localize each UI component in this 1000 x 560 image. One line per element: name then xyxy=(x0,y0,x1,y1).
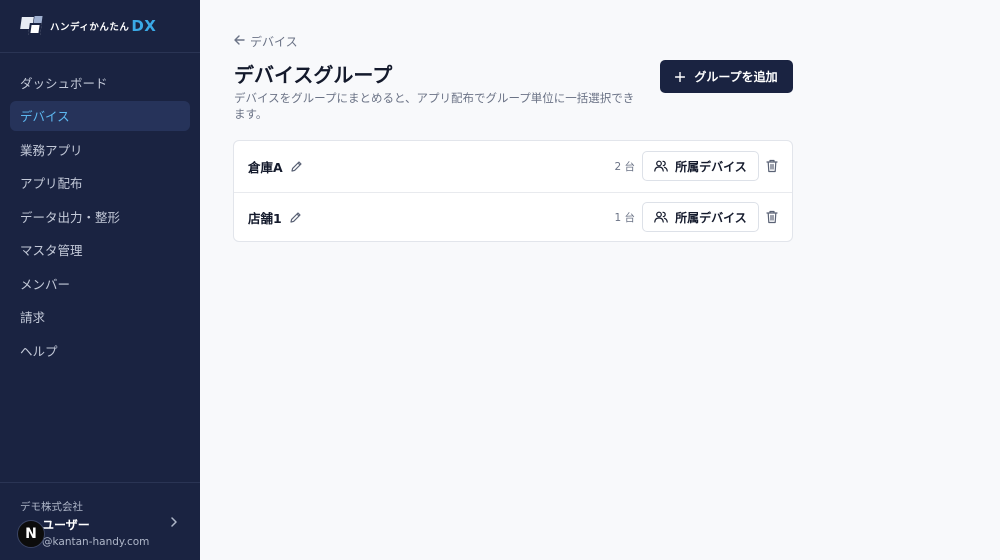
chevron-right-icon xyxy=(170,516,178,530)
sidebar-item-label: マスタ管理 xyxy=(20,243,83,258)
users-icon xyxy=(654,211,668,223)
sidebar-item-master[interactable]: マスタ管理 xyxy=(10,235,190,265)
sidebar: ハンディかんたん DX ダッシュボード デバイス 業務アプリ アプリ配布 データ… xyxy=(0,0,200,560)
pencil-icon[interactable] xyxy=(290,160,303,173)
member-devices-label: 所属デバイス xyxy=(675,159,747,174)
arrow-left-icon xyxy=(234,34,245,49)
brand-logo[interactable]: ハンディかんたん DX xyxy=(0,0,200,53)
sidebar-nav: ダッシュボード デバイス 業務アプリ アプリ配布 データ出力・整形 マスタ管理 … xyxy=(0,53,200,365)
sidebar-item-billing[interactable]: 請求 xyxy=(10,302,190,332)
breadcrumb[interactable]: デバイス xyxy=(234,33,298,50)
group-name: 店舗1 xyxy=(248,210,282,226)
sidebar-item-label: 請求 xyxy=(20,310,46,325)
brand-suffix: DX xyxy=(131,17,157,35)
add-group-button-label: グループを追加 xyxy=(694,70,778,84)
trash-icon[interactable] xyxy=(766,159,779,173)
sidebar-item-devices[interactable]: デバイス xyxy=(10,100,190,131)
user-row: N ユーザー xyxy=(17,516,180,548)
group-list: 倉庫A 2 台 所属デバイス 店舗1 1 台 所属デバイス xyxy=(233,140,793,242)
device-count: 1 台 xyxy=(614,211,635,224)
sidebar-item-members[interactable]: メンバー xyxy=(10,268,190,298)
member-devices-label: 所属デバイス xyxy=(675,210,747,225)
user-menu[interactable]: デモ株式会社 N ユーザー @kantan-handy.com xyxy=(0,482,200,560)
sidebar-item-label: 業務アプリ xyxy=(20,142,83,158)
trash-icon[interactable] xyxy=(766,210,779,224)
device-count: 2 台 xyxy=(614,160,635,173)
users-icon xyxy=(654,160,668,172)
page-description: デバイスをグループにまとめると、アプリ配布でグループ単位に一括選択できます。 xyxy=(234,91,635,121)
sidebar-item-label: アプリ配布 xyxy=(20,176,83,191)
table-row: 店舗1 1 台 所属デバイス xyxy=(234,191,792,243)
page-title: デバイスグループ xyxy=(234,63,393,87)
sidebar-item-label: メンバー xyxy=(20,276,71,292)
sidebar-item-data-export[interactable]: データ出力・整形 xyxy=(10,201,190,231)
member-devices-button[interactable]: 所属デバイス xyxy=(642,151,759,182)
sidebar-item-help[interactable]: ヘルプ xyxy=(10,335,190,365)
sidebar-item-business-apps[interactable]: 業務アプリ xyxy=(10,134,190,164)
add-group-button[interactable]: グループを追加 xyxy=(660,60,793,93)
sidebar-item-label: データ出力・整形 xyxy=(20,209,121,225)
brand-name: ハンディかんたん xyxy=(50,22,130,33)
sidebar-item-label: ダッシュボード xyxy=(20,75,108,91)
breadcrumb-label: デバイス xyxy=(250,35,298,49)
group-name: 倉庫A xyxy=(248,159,283,175)
main-content: デバイス デバイスグループ デバイスをグループにまとめると、アプリ配布でグループ… xyxy=(200,0,1000,560)
plus-icon xyxy=(675,68,686,86)
company-name: デモ株式会社 xyxy=(20,501,83,513)
sidebar-item-dashboard[interactable]: ダッシュボード xyxy=(10,67,190,97)
sidebar-item-app-distribution[interactable]: アプリ配布 xyxy=(10,168,190,198)
avatar: N xyxy=(17,520,45,548)
member-devices-button[interactable]: 所属デバイス xyxy=(642,202,759,233)
table-row: 倉庫A 2 台 所属デバイス xyxy=(234,141,792,192)
sidebar-item-label: デバイス xyxy=(20,109,70,124)
logo-mark-icon xyxy=(20,15,46,37)
sidebar-item-label: ヘルプ xyxy=(20,343,58,359)
pencil-icon[interactable] xyxy=(289,211,302,224)
